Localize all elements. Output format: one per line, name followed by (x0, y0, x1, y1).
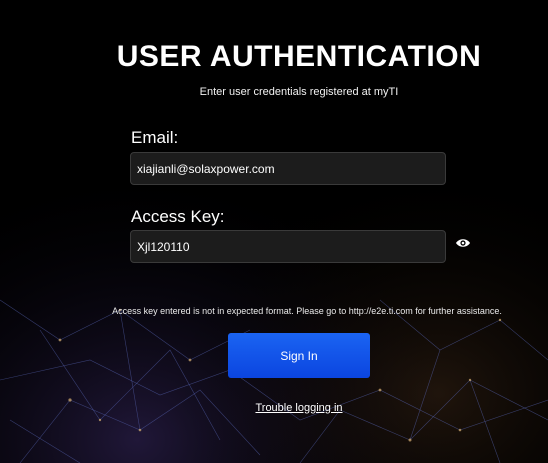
page-subtitle: Enter user credentials registered at myT… (199, 86, 399, 98)
email-label: Email: (131, 128, 179, 147)
access-key-field[interactable] (130, 230, 446, 263)
error-message: Access key entered is not in expected fo… (112, 306, 502, 316)
sign-in-button[interactable]: Sign In (228, 333, 370, 378)
auth-panel: USER AUTHENTICATION Enter user credentia… (0, 0, 548, 463)
access-key-label: Access Key: (131, 207, 225, 226)
eye-icon[interactable] (455, 237, 471, 249)
email-field[interactable] (130, 152, 446, 185)
page-title: USER AUTHENTICATION (116, 40, 482, 73)
trouble-logging-in-link[interactable]: Trouble logging in (0, 402, 548, 414)
